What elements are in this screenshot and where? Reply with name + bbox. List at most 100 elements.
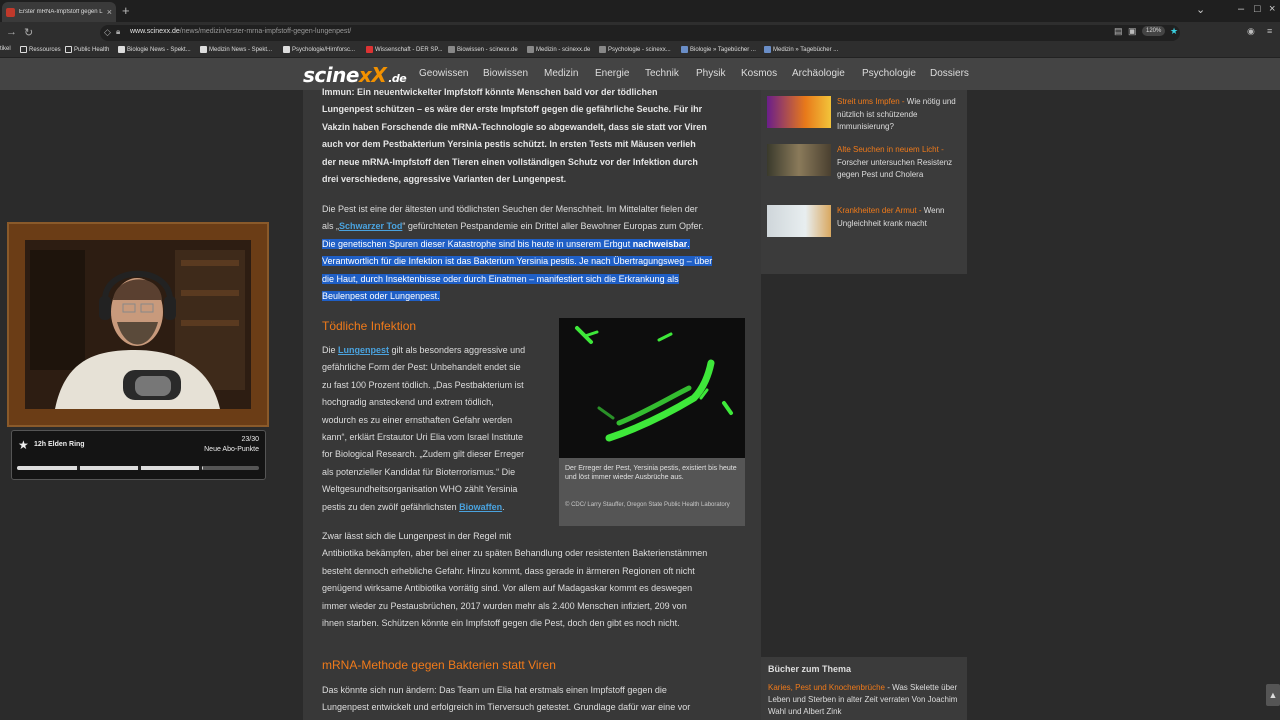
progress-marker [77,466,80,470]
scroll-to-top-button[interactable]: ▲ [1266,684,1280,706]
books-heading: Bücher zum Thema [768,664,852,674]
menu-icon[interactable]: ≡ [1267,26,1272,36]
webcam-feed [25,240,251,409]
bookmark-item[interactable]: Medizin » Tagebücher ... [764,46,838,53]
minimize-icon[interactable]: – [1238,3,1244,15]
streamer-webcam-icon [25,240,251,409]
paragraph-line: Das könnte sich nun ändern: Das Team um … [322,685,667,695]
nav-biowissen[interactable]: Biowissen [483,68,528,79]
paragraph-line: for Biological Research. „Zudem gilt die… [322,449,525,460]
bookmark-star-icon[interactable]: ★ [1170,26,1178,37]
bookmark-item[interactable]: tikel [0,46,11,52]
bookmark-item[interactable]: Wissenschaft - DER SP... [366,46,443,53]
related-articles: Streit ums Impfen - Wie nötig und nützli… [761,90,967,274]
reader-view-icon[interactable]: ▤ [1114,26,1123,37]
paragraph-line: als potenzieller Kandidat für Bioterrori… [322,466,516,477]
bookmark-folder[interactable]: Public Health [65,46,109,53]
bookmark-item[interactable]: Biologie » Tagebücher ... [681,46,756,53]
paragraph-line: Weltgesundheitsorganisation WHO zählt Ye… [322,484,518,495]
url-bar[interactable]: ◇ 🔒︎ www.scinexx.de/news/medizin/erster-… [100,25,1180,41]
related-article-title[interactable]: Krankheiten der Armut [837,206,917,215]
paragraph-line: wodurch es zu einer ernsthaften Gefahr w… [322,414,513,425]
article-paragraph: Das könnte sich nun ändern: Das Team um … [322,682,752,717]
paragraph-line: ihnen starben. Schützen könnte ein Impfs… [322,618,680,629]
selected-text-line: Beulenpest oder Lungenpest. [322,291,440,302]
lead-line: Vakzin haben Forschende die mRNA-Technol… [322,121,707,132]
related-article-title[interactable]: Streit ums Impfen [837,97,900,106]
bookmark-folder[interactable]: Ressources [20,46,61,53]
book-title[interactable]: Karies, Pest und Knochenbrüche [768,683,885,692]
forward-icon[interactable]: → [6,26,17,38]
reload-icon[interactable]: ↻ [24,26,33,39]
bacteria-image[interactable] [559,318,745,458]
progress-marker [199,466,202,470]
folder-icon [65,46,72,53]
paragraph-line: pestis zu den zwölf gefährlichsten Biowa… [322,501,505,512]
progress-fill [17,466,203,470]
paragraph-line: hochgradig ansteckend und extrem tödlich… [322,397,494,408]
paragraph-line: Die Lungenpest gilt als besonders aggres… [322,345,526,355]
paragraph-line: zu fast 100 Prozent tödlich. „Das Pestba… [322,379,524,390]
nav-geowissen[interactable]: Geowissen [419,68,468,79]
article-paragraph: Die Pest ist eine der ältesten und tödli… [322,201,752,305]
lock-icon: 🔒︎ [116,27,121,36]
paragraph-line: Zwar lässt sich die Lungenpest in der Re… [322,531,512,541]
related-article-title[interactable]: Alte Seuchen in neuem Licht [837,145,939,154]
figure-caption: Der Erreger der Pest, Yersinia pestis, e… [565,465,737,482]
tagebuecher-favicon-icon [764,46,771,53]
link-schwarzer-tod[interactable]: Schwarzer Tod [339,221,402,231]
site-favicon-icon [6,7,15,17]
related-article-desc: Forscher untersuchen Resistenz gegen Pes… [837,157,953,180]
bookmark-item[interactable]: Medizin News - Spekt... [200,46,272,53]
nav-physik[interactable]: Physik [696,68,725,79]
nav-dossiers[interactable]: Dossiers [930,68,969,79]
link-nachweisbar[interactable]: nachweisbar [632,238,688,249]
nav-psychologie[interactable]: Psychologie [862,68,916,79]
bacteria-micrograph-icon [575,326,733,442]
nav-kosmos[interactable]: Kosmos [741,68,777,79]
tab-list-chevron-icon[interactable]: ⌄ [1196,3,1205,16]
new-tab-icon[interactable]: + [122,3,130,18]
zoom-level[interactable]: 120% [1142,26,1166,36]
thumbnail-image [767,96,831,128]
bookmark-item[interactable]: Biologie News - Spekt... [118,46,191,53]
maximize-icon[interactable]: □ [1254,3,1261,15]
paragraph-line: gefährliche Form der Pest: Unbehandelt e… [322,362,521,373]
paragraph-line: genügend wirksame Antibiotika vorrätig s… [322,583,693,594]
screenshot-icon[interactable]: ▣ [1128,26,1137,37]
article-figure: Der Erreger der Pest, Yersinia pestis, e… [559,318,745,526]
star-icon: ★ [18,438,29,452]
lead-line: drei verschiedene, aggressive Varianten … [322,174,567,185]
sub-goal-title: 12h Elden Ring [34,441,85,448]
close-tab-icon[interactable]: × [107,7,112,17]
link-biowaffen[interactable]: Biowaffen [459,502,502,512]
url-text: www.scinexx.de/news/medizin/erster-mrna-… [130,28,352,35]
browser-tab[interactable]: Erster mRNA-Impfstoff gegen L × [2,2,116,22]
figure-credit: © CDC/ Larry Stauffer, Oregon State Publ… [565,502,730,508]
selected-text-line: Verantwortlich für die Infektion ist das… [322,256,713,267]
scinexx-favicon-icon [448,46,455,53]
bookmark-item[interactable]: Medizin - scinexx.de [527,46,590,53]
browser-tab-strip: Erster mRNA-Impfstoff gegen L × + ⌄ – □ … [0,0,1280,22]
paragraph-line: als „Schwarzer Tod“ gefürchteten Pestpan… [322,221,704,232]
nav-technik[interactable]: Technik [645,68,679,79]
account-icon[interactable]: ◉ [1247,26,1255,37]
bookmark-item[interactable]: Psychologie - scinexx... [599,46,671,53]
bookmark-item[interactable]: Biowissen - scinexx.de [448,46,518,53]
spektrum-favicon-icon [118,46,125,53]
link-lungenpest[interactable]: Lungenpest [338,345,389,355]
spektrum-favicon-icon [200,46,207,53]
nav-archaeologie[interactable]: Archäologie [792,68,845,79]
book-item[interactable]: Karies, Pest und Knochenbrüche - Was Ske… [768,682,960,719]
selected-text-line: Die genetischen Spuren dieser Katastroph… [322,238,690,249]
spiegel-favicon-icon [366,46,373,53]
books-box: Bücher zum Thema Karies, Pest und Knoche… [761,657,967,720]
nav-energie[interactable]: Energie [595,68,629,79]
nav-medizin[interactable]: Medizin [544,68,578,79]
scinexx-favicon-icon [599,46,606,53]
close-window-icon[interactable]: × [1269,3,1275,15]
sub-goal-label: Neue Abo-Punkte [204,446,259,453]
bookmark-item[interactable]: Psychologie/Hirnforsc... [283,46,355,53]
spektrum-favicon-icon [283,46,290,53]
article-paragraph: Zwar lässt sich die Lungenpest in der Re… [322,528,752,632]
